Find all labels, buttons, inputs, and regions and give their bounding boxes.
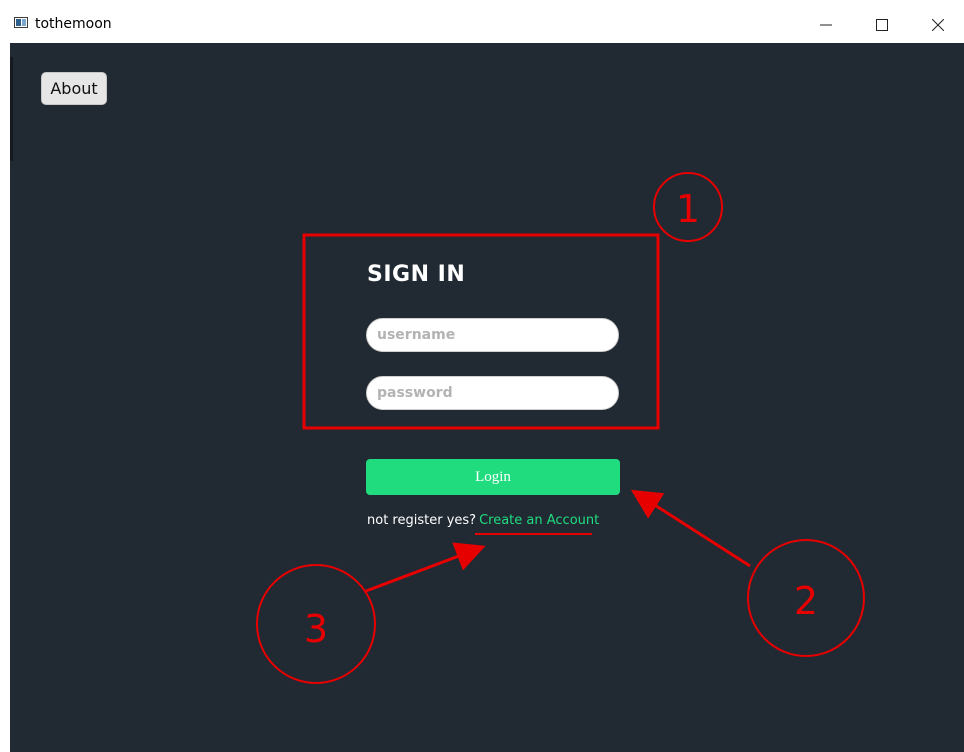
- maximize-icon: [876, 19, 888, 31]
- close-icon: [932, 19, 944, 31]
- minimize-icon: [820, 24, 832, 26]
- register-row: not register yes? Create an Account: [367, 513, 599, 528]
- about-button[interactable]: About: [41, 72, 107, 105]
- app-window-icon: [14, 17, 28, 28]
- close-button[interactable]: [915, 9, 961, 41]
- login-button[interactable]: Login: [366, 459, 620, 495]
- username-input[interactable]: [366, 318, 619, 352]
- maximize-button[interactable]: [859, 9, 905, 41]
- sign-in-title: SIGN IN: [367, 262, 466, 287]
- create-account-link[interactable]: Create an Account: [479, 513, 599, 528]
- minimize-button[interactable]: [803, 9, 849, 41]
- left-edge-strip: [10, 57, 13, 161]
- title-bar: tothemoon: [10, 0, 964, 43]
- window-title: tothemoon: [35, 16, 112, 32]
- password-input[interactable]: [366, 376, 619, 410]
- app-window: tothemoon About SIGN IN Login not regist…: [10, 0, 964, 752]
- register-prompt: not register yes?: [367, 513, 477, 528]
